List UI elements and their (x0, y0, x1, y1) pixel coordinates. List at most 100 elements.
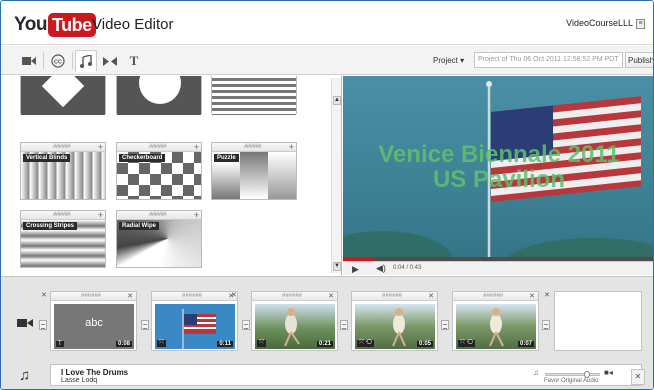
logo-you: You (14, 14, 47, 35)
clip-duration: 0:11 (217, 341, 233, 347)
transition-icon[interactable] (99, 50, 121, 72)
effect-badge-icon: ⤧ ⟲ (458, 340, 475, 347)
favor-audio-label: Favor Original Audio (544, 378, 599, 384)
timeline-clip[interactable]: ###### ✕ abc T 0:08 (50, 291, 137, 351)
transition-slot[interactable] (141, 320, 149, 330)
user-menu[interactable]: VideoCourseLLL ≡ (566, 18, 645, 29)
scroll-down-icon[interactable]: ▼ (333, 262, 341, 271)
title-overlay-line1: Venice Biennale 2011 (378, 141, 620, 168)
toolbar: CC T Project ▾ Project of Thu 06 Oct 201… (1, 46, 653, 75)
close-icon[interactable]: ✕ (328, 292, 334, 301)
text-badge-icon: T (56, 341, 64, 347)
grip: ###### (53, 144, 71, 150)
text-icon[interactable]: T (123, 50, 145, 72)
grip: ###### (149, 212, 167, 218)
publish-button[interactable]: Publish (625, 52, 653, 68)
transition-card-circle[interactable] (116, 76, 202, 115)
transition-card-puzzle[interactable]: ###### + Puzzle (211, 142, 297, 200)
grip: ###### (282, 293, 303, 299)
grip: ###### (244, 144, 262, 150)
account-menu-icon[interactable]: ≡ (636, 18, 645, 29)
clip-duration: 0:21 (316, 341, 333, 347)
transition-slot[interactable] (441, 320, 449, 330)
youtube-logo[interactable]: You Tube (14, 13, 96, 37)
page-title: Video Editor (92, 16, 174, 33)
add-icon[interactable]: + (194, 210, 199, 220)
add-icon[interactable]: + (98, 210, 103, 220)
transition-label: Vertical Blinds (23, 154, 71, 162)
transition-label: Checkerboard (119, 154, 166, 162)
transition-slot[interactable] (39, 320, 47, 330)
divider (43, 52, 44, 69)
username: VideoCourseLLL (566, 18, 633, 28)
transition-card-radial-wipe[interactable]: ###### + Radial Wipe (116, 210, 202, 268)
effect-badge-icon: ⤧ ⟲ (357, 340, 374, 347)
time-readout: 0:04 / 0:43 (393, 265, 422, 271)
audio-track-artist: Lasse Lodq (61, 377, 98, 384)
video-camera-icon[interactable] (18, 50, 40, 72)
empty-clip-slot[interactable] (554, 291, 642, 351)
transition-label: Crossing Stripes (23, 222, 78, 230)
add-icon[interactable]: + (289, 142, 294, 152)
remove-audio-button[interactable]: ✕ (631, 369, 645, 385)
clip-duration: 0:05 (416, 341, 433, 347)
add-icon[interactable]: + (98, 142, 103, 152)
close-icon[interactable]: ✕ (127, 292, 133, 301)
transition-slot[interactable] (242, 320, 250, 330)
transition-card-vertical-blinds[interactable]: ###### + Vertical Blinds (20, 142, 106, 200)
transitions-panel: ###### + Vertical Blinds ###### + Checkerb… (1, 76, 342, 275)
clip-duration: 0:08 (115, 341, 132, 347)
transition-card-diamond[interactable] (20, 76, 106, 115)
video-track-icon (17, 319, 33, 327)
transition-card-crossing-stripes[interactable]: ###### + Crossing Stripes (20, 210, 106, 268)
title-overlay-line2: US Pavilion (432, 166, 566, 193)
effect-badge-icon: ⤧ (157, 340, 166, 347)
clip-text: abc (85, 317, 103, 329)
close-icon[interactable]: ✕ (231, 291, 237, 299)
transition-card-checkerboard[interactable]: ###### + Checkerboard (116, 142, 202, 200)
play-icon[interactable]: ▶ (352, 264, 359, 275)
grip: ###### (53, 212, 71, 218)
logo-tube: Tube (47, 13, 96, 37)
timeline-clip[interactable]: ###### ✕ ⤧ 0:11 (151, 291, 238, 351)
clip-duration: 0:07 (517, 341, 534, 347)
divider (72, 52, 73, 69)
transition-label: Puzzle (214, 154, 239, 162)
panel-scrollbar[interactable]: ▲ ▼ (331, 78, 341, 273)
audio-track[interactable]: I Love The Drums Lasse Lodq ♫ ■◂ Favor O… (50, 364, 642, 386)
add-icon[interactable]: + (194, 142, 199, 152)
cc-icon[interactable]: CC (47, 50, 69, 72)
effect-badge-icon: ⤧ (257, 340, 266, 347)
music-icon[interactable] (75, 50, 97, 72)
timeline-clip[interactable]: ###### ✕ ⤧ ⟲ 0:05 (351, 291, 438, 351)
music-icon: ♫ (533, 368, 539, 377)
scroll-up-icon[interactable]: ▲ (333, 96, 341, 105)
grip: ###### (382, 293, 403, 299)
audio-track-title: I Love The Drums (61, 368, 129, 377)
video-camera-icon: ■◂ (604, 368, 613, 377)
timeline-clip[interactable]: ###### ✕ ⤧ 0:21 (251, 291, 338, 351)
player-controls: ▶ ◀) 0:04 / 0:43 (343, 261, 653, 275)
transition-slot[interactable] (542, 320, 550, 330)
grip: ###### (81, 293, 102, 299)
svg-text:CC: CC (54, 60, 62, 66)
music-track-icon: ♫ (19, 367, 31, 384)
audio-mix-slider[interactable] (545, 371, 600, 378)
grip: ###### (182, 293, 203, 299)
grip: ###### (483, 293, 504, 299)
close-icon[interactable]: ✕ (529, 292, 535, 301)
grip: ###### (149, 144, 167, 150)
slider-knob[interactable] (584, 371, 591, 378)
header: You Tube Video Editor VideoCourseLLL ≡ (1, 1, 653, 45)
close-icon[interactable]: ✕ (544, 291, 550, 299)
project-label[interactable]: Project ▾ (433, 56, 464, 65)
timeline-clip[interactable]: ###### ✕ ⤧ ⟲ 0:07 (452, 291, 539, 351)
close-icon[interactable]: ✕ (41, 291, 47, 299)
video-preview[interactable]: Venice Biennale 2011 US Pavilion (343, 76, 653, 261)
transition-slot[interactable] (340, 320, 348, 330)
close-icon[interactable]: ✕ (428, 292, 434, 301)
transition-card-bars[interactable] (211, 76, 297, 115)
transition-label: Radial Wipe (119, 222, 159, 230)
volume-icon[interactable]: ◀) (376, 263, 386, 274)
project-name-input[interactable]: Project of Thu 06 Oct 2011 12:58:52 PM P… (474, 52, 623, 68)
